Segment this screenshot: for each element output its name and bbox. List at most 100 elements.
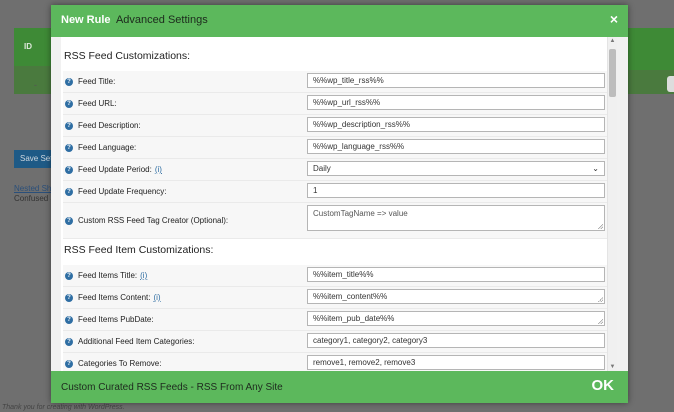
plugin-name: Custom Curated RSS Feeds - RSS From Any … <box>61 382 283 393</box>
help-icon[interactable]: ? <box>65 121 73 130</box>
help-icon[interactable]: ? <box>65 99 73 108</box>
help-icon[interactable]: ? <box>65 359 73 368</box>
modal-header: New Rule Advanced Settings × <box>51 5 628 37</box>
field-value: %%wp_description_rss%% <box>313 120 410 129</box>
background-footer: Thank you for creating with WordPress. <box>2 404 125 411</box>
field-placeholder: category1, category2, category3 <box>313 336 428 345</box>
resize-handle-icon[interactable] <box>598 224 603 229</box>
info-link[interactable]: (i) <box>153 293 160 302</box>
help-icon[interactable]: ? <box>65 77 73 86</box>
modal-title: New Rule Advanced Settings <box>61 14 208 26</box>
info-link[interactable]: (i) <box>155 165 162 174</box>
setting-label-text: Custom RSS Feed Tag Creator (Optional): <box>78 216 229 225</box>
field-value: %%item_content%% <box>313 292 388 301</box>
background-table-header-right <box>628 28 674 70</box>
field-value: %%item_pub_date%% <box>313 314 395 323</box>
feed-customizations-heading: RSS Feed Customizations: <box>64 50 191 62</box>
setting-row: ? Feed Items Title: (i) %%item_title%% <box>63 265 608 287</box>
setting-input[interactable]: remove1, remove2, remove3 <box>307 355 605 370</box>
modal-footer: Custom Curated RSS Feeds - RSS From Any … <box>51 371 628 403</box>
setting-label: ? Feed Items Title: (i) <box>63 265 305 286</box>
help-icon[interactable]: ? <box>65 187 73 196</box>
setting-label: ? Feed Description: <box>63 115 305 136</box>
setting-input[interactable]: 1 <box>307 183 605 198</box>
setting-label: ? Additional Feed Item Categories: <box>63 331 305 352</box>
help-icon[interactable]: ? <box>65 293 73 302</box>
help-icon[interactable]: ? <box>65 315 73 324</box>
setting-textarea[interactable]: %%item_pub_date%% <box>307 311 605 326</box>
setting-input[interactable]: %%item_title%% <box>307 267 605 282</box>
feed-settings-list: ? Feed Title: %%wp_title_rss%%? Feed URL:%%… <box>63 71 608 239</box>
resize-handle-icon[interactable] <box>598 319 603 324</box>
modal-title-rest: Advanced Settings <box>115 14 208 26</box>
setting-row: ? Custom RSS Feed Tag Creator (Optional):… <box>63 203 608 239</box>
setting-row: ? Feed Language: %%wp_language_rss%% <box>63 137 608 159</box>
setting-input[interactable]: %%wp_title_rss%% <box>307 73 605 88</box>
setting-label-text: Feed Items Title: <box>78 271 138 280</box>
setting-row: ? Categories To Remove: remove1, remove2, … <box>63 353 608 371</box>
setting-row: ? Additional Feed Item Categories: categor… <box>63 331 608 353</box>
resize-handle-icon[interactable] <box>598 297 603 302</box>
setting-label-text: Feed Title: <box>78 77 116 86</box>
setting-row: ? Feed Update Frequency: 1 <box>63 181 608 203</box>
setting-label: ? Categories To Remove: <box>63 353 305 371</box>
setting-label-text: Feed Update Period: <box>78 165 152 174</box>
modal-scrollbar[interactable]: ▲ ▼ <box>607 37 617 371</box>
setting-row: ? Feed Items PubDate: %%item_pub_date%% <box>63 309 608 331</box>
setting-input[interactable]: %%wp_url_rss%% <box>307 95 605 110</box>
help-icon[interactable]: ? <box>65 165 73 174</box>
setting-label-text: Feed Description: <box>78 121 141 130</box>
setting-row: ? Feed Items Content: (i) %%item_content%% <box>63 287 608 309</box>
setting-label: ? Feed Items PubDate: <box>63 309 305 330</box>
setting-input[interactable]: category1, category2, category3 <box>307 333 605 348</box>
chevron-down-icon: ⌄ <box>592 163 599 173</box>
setting-label: ? Feed Items Content: (i) <box>63 287 305 308</box>
setting-select[interactable]: Daily ⌄ <box>307 161 605 176</box>
field-placeholder: remove1, remove2, remove3 <box>313 358 416 367</box>
help-icon[interactable]: ? <box>65 337 73 346</box>
setting-textarea[interactable]: CustomTagName => value <box>307 205 605 231</box>
background-text: Confused a <box>14 194 55 203</box>
help-icon[interactable]: ? <box>65 271 73 280</box>
field-placeholder: CustomTagName => value <box>313 209 408 218</box>
ok-button[interactable]: OK <box>592 377 615 394</box>
help-icon[interactable]: ? <box>65 216 73 225</box>
setting-label-text: Feed Items Content: <box>78 293 151 302</box>
setting-label: ? Feed Title: <box>63 71 305 92</box>
background-button-edge <box>667 76 674 92</box>
modal-title-strong: New Rule <box>61 14 111 26</box>
field-value: %%item_title%% <box>313 270 374 279</box>
scroll-up-icon[interactable]: ▲ <box>608 38 617 44</box>
setting-label: ? Feed Language: <box>63 137 305 158</box>
field-value: %%wp_language_rss%% <box>313 142 405 151</box>
scrollbar-thumb[interactable] <box>609 49 616 97</box>
item-customizations-heading: RSS Feed Item Customizations: <box>64 244 214 256</box>
setting-input[interactable]: %%wp_description_rss%% <box>307 117 605 132</box>
setting-label: ? Feed URL: <box>63 93 305 114</box>
help-icon[interactable]: ? <box>65 143 73 152</box>
setting-row: ? Feed Description: %%wp_description_rss%% <box>63 115 608 137</box>
field-value: %%wp_url_rss%% <box>313 98 381 107</box>
field-value: 1 <box>313 186 318 195</box>
setting-textarea[interactable]: %%item_content%% <box>307 289 605 304</box>
scroll-down-icon[interactable]: ▼ <box>608 364 617 370</box>
setting-label: ? Feed Update Period: (i) <box>63 159 305 180</box>
setting-label-text: Feed Language: <box>78 143 137 152</box>
setting-row: ? Feed URL: %%wp_url_rss%% <box>63 93 608 115</box>
background-id-column: ID <box>24 42 32 51</box>
info-link[interactable]: (i) <box>140 271 147 280</box>
setting-row: ? Feed Title: %%wp_title_rss%% <box>63 71 608 93</box>
setting-label: ? Custom RSS Feed Tag Creator (Optional): <box>63 203 305 238</box>
setting-label-text: Additional Feed Item Categories: <box>78 337 195 346</box>
setting-row: ? Feed Update Period: (i) Daily ⌄ <box>63 159 608 181</box>
setting-label: ? Feed Update Frequency: <box>63 181 305 202</box>
modal-body: RSS Feed Customizations: ? Feed Title: %%w… <box>61 37 617 371</box>
advanced-settings-modal: New Rule Advanced Settings × RSS Feed Cu… <box>51 5 628 403</box>
field-value: %%wp_title_rss%% <box>313 76 384 85</box>
item-settings-list: ? Feed Items Title: (i) %%item_title%%? Feed… <box>63 265 608 371</box>
setting-label-text: Feed URL: <box>78 99 117 108</box>
close-icon[interactable]: × <box>610 11 618 27</box>
setting-input[interactable]: %%wp_language_rss%% <box>307 139 605 154</box>
select-value: Daily <box>313 163 331 173</box>
background-link: Nested Sho <box>14 184 56 193</box>
